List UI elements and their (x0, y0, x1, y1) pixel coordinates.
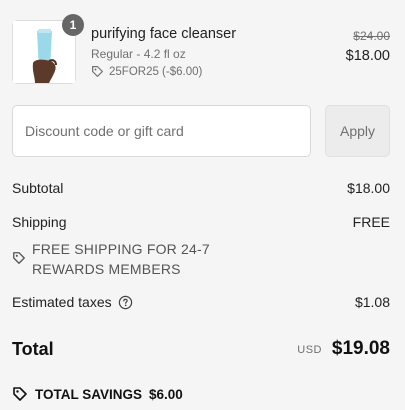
product-price: $18.00 (345, 48, 390, 64)
product-variant: Regular - 4.2 fl oz (91, 47, 186, 61)
taxes-value: $1.08 (354, 294, 390, 310)
discount-code-input[interactable] (12, 105, 311, 157)
product-name: purifying face cleanser (91, 26, 237, 42)
quantity-badge: 1 (62, 14, 84, 36)
taxes-label: Estimated taxes (12, 294, 112, 310)
shipping-note-line2: REWARDS MEMBERS (32, 261, 181, 277)
subtotal-label: Subtotal (12, 180, 64, 196)
apply-button[interactable]: Apply (325, 105, 390, 157)
shipping-note-line1: FREE SHIPPING FOR 24-7 (32, 241, 210, 257)
shipping-value: FREE (352, 214, 390, 230)
taxes-row: Estimated taxes (12, 294, 133, 310)
product-discount: 25FOR25 (-$6.00) (91, 65, 202, 78)
compare-at-price: $24.00 (353, 29, 390, 43)
savings-value: $6.00 (149, 386, 183, 402)
tag-icon (92, 66, 103, 77)
currency-code: USD (297, 344, 322, 356)
shipping-label: Shipping (12, 214, 67, 230)
total-value: $19.08 (331, 338, 390, 359)
tag-icon (13, 387, 27, 401)
help-circle-icon[interactable] (118, 295, 133, 310)
product-discount-text: 25FOR25 (-$6.00) (109, 65, 203, 78)
shipping-note: FREE SHIPPING FOR 24-7 REWARDS MEMBERS (12, 239, 222, 279)
total-label: Total (12, 339, 54, 359)
savings-label: TOTAL SAVINGS (35, 386, 143, 402)
subtotal-value: $18.00 (347, 180, 390, 196)
total-savings: TOTAL SAVINGS $6.00 (12, 386, 183, 402)
tag-icon (13, 252, 25, 264)
